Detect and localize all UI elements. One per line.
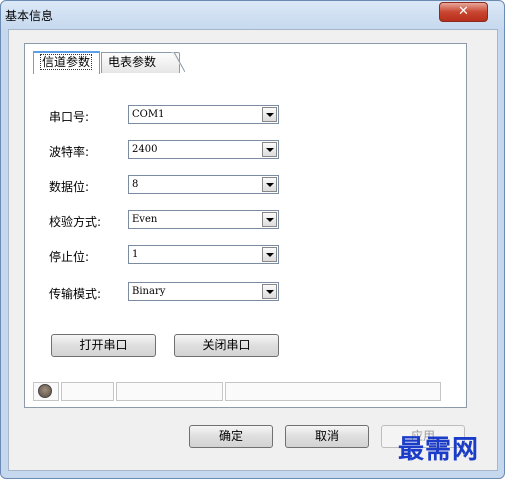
baud-rate-select[interactable]: 2400 xyxy=(128,140,279,159)
tab-label: 信道参数 xyxy=(40,54,93,70)
stop-bits-value: 1 xyxy=(132,249,139,260)
stop-bits-select[interactable]: 1 xyxy=(128,245,279,264)
chevron-down-icon[interactable] xyxy=(262,284,277,299)
close-port-button[interactable]: 关闭串口 xyxy=(174,334,279,357)
chevron-down-icon[interactable] xyxy=(262,107,277,122)
parity-label: 校验方式: xyxy=(49,215,102,229)
title-bar[interactable]: 基本信息 ✕ xyxy=(1,1,504,29)
serial-port-select[interactable]: COM1 xyxy=(128,105,279,124)
transfer-mode-select[interactable]: Binary xyxy=(128,282,279,301)
status-cell xyxy=(225,382,441,401)
transfer-mode-label: 传输模式: xyxy=(49,287,102,301)
data-bits-select[interactable]: 8 xyxy=(128,175,279,194)
close-icon: ✕ xyxy=(458,4,469,19)
data-bits-value: 8 xyxy=(132,179,139,190)
serial-port-label: 串口号: xyxy=(49,110,90,124)
stop-bits-label: 停止位: xyxy=(49,250,90,264)
ok-button[interactable]: 确定 xyxy=(189,425,273,448)
serial-port-value: COM1 xyxy=(132,109,165,120)
cancel-button[interactable]: 取消 xyxy=(285,425,369,448)
chevron-down-icon[interactable] xyxy=(262,212,277,227)
tab-meter-params[interactable]: 电表参数 xyxy=(101,52,180,73)
open-port-button[interactable]: 打开串口 xyxy=(51,334,156,357)
chevron-down-icon[interactable] xyxy=(262,247,277,262)
tab-channel-params[interactable]: 信道参数 xyxy=(33,51,100,74)
baud-rate-label: 波特率: xyxy=(49,145,90,159)
transfer-mode-value: Binary xyxy=(132,286,166,297)
watermark-text: 最需网 xyxy=(398,435,480,465)
chevron-down-icon[interactable] xyxy=(262,177,277,192)
window-title: 基本信息 xyxy=(5,9,54,23)
close-button[interactable]: ✕ xyxy=(439,2,488,22)
status-cell xyxy=(116,382,223,401)
tab-label: 电表参数 xyxy=(108,55,157,69)
data-bits-label: 数据位: xyxy=(49,180,90,194)
status-cell xyxy=(61,382,114,401)
parity-select[interactable]: Even xyxy=(128,210,279,229)
parity-value: Even xyxy=(132,214,158,225)
connection-status-icon xyxy=(38,384,52,398)
tab-edge-decoration xyxy=(171,52,185,73)
chevron-down-icon[interactable] xyxy=(262,142,277,157)
baud-rate-value: 2400 xyxy=(132,144,158,155)
